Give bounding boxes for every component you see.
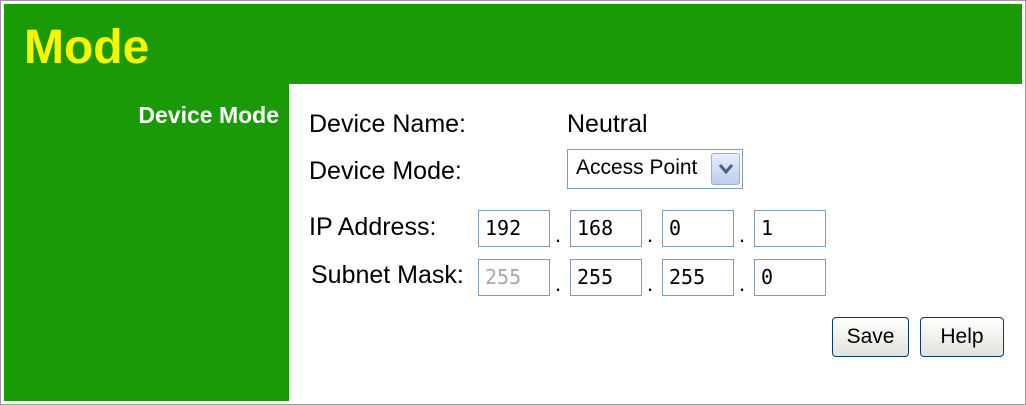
ip-dot-separator: . — [739, 222, 746, 247]
device-mode-selected-value: Access Point — [576, 156, 698, 179]
subnet-octet-4-input[interactable]: 0 — [754, 259, 826, 296]
device-name-label: Device Name: — [309, 110, 466, 138]
subnet-octet-3-input[interactable]: 255 — [662, 259, 734, 296]
page-title: Mode — [24, 21, 150, 74]
ip-dot-separator: . — [647, 222, 654, 247]
subnet-dot-separator: . — [739, 271, 746, 296]
sidebar: Device Mode — [4, 84, 289, 401]
sidebar-item-device-mode: Device Mode — [138, 102, 279, 128]
page-frame: Mode Device Mode Device Name: Neutral De… — [0, 0, 1026, 405]
ip-octet-1-input[interactable]: 192 — [478, 210, 550, 247]
ip-octet-4-input[interactable]: 1 — [754, 210, 826, 247]
device-name-value: Neutral — [567, 110, 648, 138]
settings-panel: Device Name: Neutral Device Mode: Access… — [289, 84, 1022, 401]
subnet-dot-separator: . — [647, 271, 654, 296]
device-mode-select[interactable]: Access Point — [567, 149, 743, 189]
chevron-down-icon[interactable] — [711, 153, 740, 185]
subnet-dot-separator: . — [555, 271, 562, 296]
help-button[interactable]: Help — [920, 317, 1004, 357]
header-bar: Mode — [4, 4, 1022, 84]
ip-octet-2-input[interactable]: 168 — [570, 210, 642, 247]
ip-address-label: IP Address: — [309, 213, 437, 241]
device-mode-label: Device Mode: — [309, 157, 462, 185]
ip-dot-separator: . — [555, 222, 562, 247]
subnet-octet-1-input: 255 — [478, 259, 550, 296]
save-button[interactable]: Save — [832, 317, 909, 357]
subnet-octet-2-input[interactable]: 255 — [570, 259, 642, 296]
ip-octet-3-input[interactable]: 0 — [662, 210, 734, 247]
subnet-mask-label: Subnet Mask: — [311, 261, 464, 289]
